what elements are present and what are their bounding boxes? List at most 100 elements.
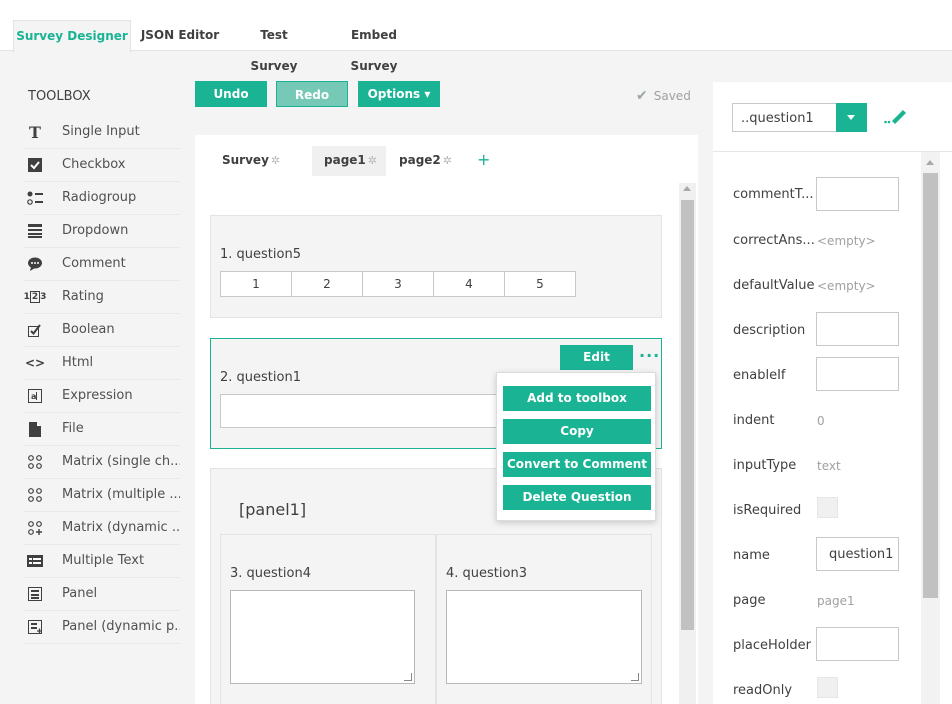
question1-text-input[interactable] bbox=[220, 394, 510, 428]
question-title: 2. question1 bbox=[220, 370, 301, 385]
toolbox-item-label: Matrix (multiple ... bbox=[62, 487, 180, 502]
toolbox-item-radiogroup[interactable]: Radiogroup bbox=[23, 182, 180, 215]
resize-grip-icon[interactable] bbox=[404, 673, 412, 681]
more-options-icon[interactable]: ··· bbox=[639, 346, 660, 365]
page-tab-survey[interactable]: Survey ✲ bbox=[222, 152, 280, 176]
toolbox-item-label: File bbox=[62, 421, 84, 436]
prop-value-defaultvalue[interactable]: <empty> bbox=[817, 279, 876, 293]
toolbox-item-panel[interactable]: Panel bbox=[23, 578, 180, 611]
prop-input-commenttext[interactable] bbox=[816, 177, 899, 211]
chevron-down-icon[interactable] bbox=[836, 103, 867, 132]
property-panel bbox=[713, 82, 952, 704]
multiple-text-icon bbox=[27, 553, 43, 569]
toolbox-item-dropdown[interactable]: Dropdown bbox=[23, 215, 180, 248]
prop-value-inputtype[interactable]: text bbox=[817, 459, 841, 473]
saved-label: Saved bbox=[653, 89, 691, 103]
toolbox-item-checkbox[interactable]: Checkbox bbox=[23, 149, 180, 182]
surface-scrollbar-thumb[interactable] bbox=[681, 200, 694, 630]
toolbox-item-rating[interactable]: 123 Rating bbox=[23, 281, 180, 314]
page-tab-page2[interactable]: page2 ✲ bbox=[399, 152, 452, 176]
prop-input-name[interactable]: question1 bbox=[816, 537, 899, 571]
toolbox-item-expression[interactable]: a Expression bbox=[23, 380, 180, 413]
toolbox-item-file[interactable]: File bbox=[23, 413, 180, 446]
menu-item-copy[interactable]: Copy bbox=[503, 419, 651, 444]
menu-item-add-to-toolbox[interactable]: Add to toolbox bbox=[503, 386, 651, 411]
gear-icon[interactable]: ✲ bbox=[368, 154, 377, 167]
toolbox-item-label: Panel bbox=[62, 586, 98, 601]
rating-option[interactable]: 1 bbox=[221, 272, 292, 296]
scroll-up-icon[interactable] bbox=[926, 160, 934, 165]
matrix-icon bbox=[27, 487, 43, 503]
prop-checkbox-readonly[interactable] bbox=[817, 677, 838, 698]
prop-value-page[interactable]: page1 bbox=[817, 594, 855, 608]
prop-label-isrequired: isRequired bbox=[733, 503, 802, 518]
prop-label-page: page bbox=[733, 593, 766, 608]
toolbox-item-label: Rating bbox=[62, 289, 104, 304]
toolbox-item-label: Multiple Text bbox=[62, 553, 145, 568]
prop-label-defaultvalue: defaultValue bbox=[733, 278, 815, 293]
scroll-up-icon[interactable] bbox=[683, 186, 691, 191]
toolbox-item-matrix-dynamic[interactable]: Matrix (dynamic ... bbox=[23, 512, 180, 545]
tab-embed-survey[interactable]: Embed Survey bbox=[328, 20, 420, 73]
toolbox-item-matrix-single[interactable]: Matrix (single ch... bbox=[23, 446, 180, 479]
prop-label-readonly: readOnly bbox=[733, 683, 793, 698]
file-icon bbox=[27, 421, 43, 437]
object-selector[interactable]: ..question1 bbox=[732, 103, 867, 132]
prop-value-indent[interactable]: 0 bbox=[817, 414, 825, 428]
prop-input-placeholder[interactable] bbox=[816, 627, 899, 661]
toolbox-item-html[interactable]: <> Html bbox=[23, 347, 180, 380]
toolbox-item-label: Expression bbox=[62, 388, 133, 403]
prop-label-correctanswer: correctAns... bbox=[733, 233, 815, 248]
rating-option[interactable]: 5 bbox=[505, 272, 575, 296]
edit-button[interactable]: Edit bbox=[560, 345, 633, 370]
toolbox-item-label: Dropdown bbox=[62, 223, 129, 238]
page-tab-label: Survey bbox=[222, 153, 269, 167]
resize-grip-icon[interactable] bbox=[631, 673, 639, 681]
toolbox-title: TOOLBOX bbox=[28, 89, 91, 104]
toolbox-item-single-input[interactable]: T Single Input bbox=[23, 116, 180, 149]
rating-option[interactable]: 2 bbox=[292, 272, 363, 296]
tab-json-editor[interactable]: JSON Editor bbox=[140, 20, 220, 51]
matrix-icon bbox=[27, 454, 43, 470]
menu-item-convert-to-comment[interactable]: Convert to Comment bbox=[503, 452, 651, 477]
undo-button[interactable]: Undo bbox=[195, 81, 267, 107]
question3-textarea[interactable] bbox=[446, 590, 642, 684]
gear-icon[interactable]: ✲ bbox=[271, 154, 280, 167]
checkbox-icon bbox=[27, 157, 43, 173]
comment-icon bbox=[27, 256, 43, 272]
redo-button[interactable]: Redo bbox=[276, 81, 348, 107]
prop-label-name: name bbox=[733, 548, 770, 563]
gear-icon[interactable]: ✲ bbox=[443, 154, 452, 167]
toolbox-item-label: Radiogroup bbox=[62, 190, 137, 205]
toolbox-item-label: Single Input bbox=[62, 124, 140, 139]
rating-option[interactable]: 4 bbox=[434, 272, 505, 296]
toolbox-item-multiple-text[interactable]: Multiple Text bbox=[23, 545, 180, 578]
toolbox-item-matrix-multiple[interactable]: Matrix (multiple ... bbox=[23, 479, 180, 512]
prop-label-inputtype: inputType bbox=[733, 458, 797, 473]
toolbox-item-label: Matrix (single ch... bbox=[62, 454, 180, 469]
object-selector-value: ..question1 bbox=[741, 111, 814, 126]
menu-item-delete-question[interactable]: Delete Question bbox=[503, 485, 651, 510]
prop-value-correctanswer[interactable]: <empty> bbox=[817, 234, 876, 248]
rating-scale: 1 2 3 4 5 bbox=[220, 271, 576, 297]
options-button[interactable]: Options ▾ bbox=[358, 81, 440, 107]
prop-checkbox-isrequired[interactable] bbox=[817, 497, 838, 518]
add-page-button[interactable]: + bbox=[477, 150, 490, 169]
question4-textarea[interactable] bbox=[230, 590, 415, 684]
panel-dynamic-icon bbox=[27, 619, 43, 635]
tab-test-survey[interactable]: Test Survey bbox=[236, 20, 312, 73]
toolbox-item-panel-dynamic[interactable]: Panel (dynamic p... bbox=[23, 611, 180, 644]
rating-option[interactable]: 3 bbox=[363, 272, 434, 296]
prop-input-description[interactable] bbox=[816, 312, 899, 346]
expression-icon: a bbox=[27, 388, 43, 404]
question-card-question5[interactable] bbox=[210, 215, 662, 318]
toolbox-item-boolean[interactable]: Boolean bbox=[23, 314, 180, 347]
page-tab-page1[interactable]: page1 ✲ bbox=[312, 146, 386, 176]
prop-input-enableif[interactable] bbox=[816, 357, 899, 391]
toolbox-item-label: Checkbox bbox=[62, 157, 126, 172]
toolbox-item-label: Panel (dynamic p... bbox=[62, 619, 180, 634]
toolbox-item-comment[interactable]: Comment bbox=[23, 248, 180, 281]
property-scrollbar-thumb[interactable] bbox=[923, 173, 938, 598]
tab-survey-designer[interactable]: Survey Designer bbox=[13, 20, 131, 52]
pencil-edit-icon[interactable] bbox=[884, 106, 908, 126]
